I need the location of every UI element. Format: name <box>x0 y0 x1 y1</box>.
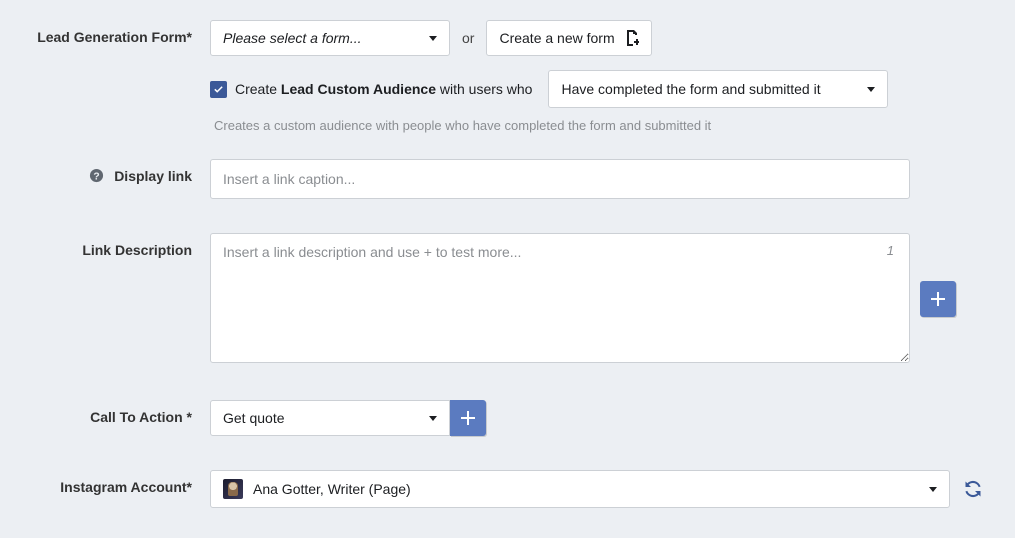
cta-select[interactable]: Get quote <box>210 400 450 436</box>
instagram-account-value: Ana Gotter, Writer (Page) <box>253 481 915 497</box>
cta-value: Get quote <box>223 410 285 426</box>
lead-form-select[interactable]: Please select a form... <box>210 20 450 56</box>
lead-form-select-placeholder: Please select a form... <box>223 30 362 46</box>
create-new-form-label: Create a new form <box>499 30 614 46</box>
create-audience-checkbox[interactable] <box>210 81 227 98</box>
audience-helper-text: Creates a custom audience with people wh… <box>210 118 985 133</box>
add-description-button[interactable] <box>920 281 956 317</box>
help-icon[interactable]: ? <box>89 170 108 186</box>
create-audience-label: Create Lead Custom Audience with users w… <box>235 81 532 97</box>
refresh-icon[interactable] <box>964 480 982 498</box>
create-new-form-button[interactable]: Create a new form <box>486 20 651 56</box>
svg-text:?: ? <box>94 171 100 182</box>
audience-condition-value: Have completed the form and submitted it <box>561 81 820 97</box>
chevron-down-icon <box>429 416 437 421</box>
instagram-account-select[interactable]: Ana Gotter, Writer (Page) <box>210 470 950 508</box>
add-cta-button[interactable] <box>450 400 486 436</box>
display-link-label: ? Display link <box>30 159 210 187</box>
chevron-down-icon <box>867 87 875 92</box>
cta-label: Call To Action * <box>30 400 210 426</box>
audience-condition-select[interactable]: Have completed the form and submitted it <box>548 70 888 108</box>
link-description-label: Link Description <box>30 233 210 259</box>
display-link-input[interactable] <box>210 159 910 199</box>
lead-form-label: Lead Generation Form* <box>30 20 210 46</box>
avatar <box>223 479 243 499</box>
link-description-textarea[interactable] <box>210 233 910 363</box>
chevron-down-icon <box>429 36 437 41</box>
instagram-account-label: Instagram Account* <box>30 470 210 496</box>
chevron-down-icon <box>929 487 937 492</box>
or-text: or <box>462 20 474 56</box>
new-file-icon <box>625 30 639 46</box>
